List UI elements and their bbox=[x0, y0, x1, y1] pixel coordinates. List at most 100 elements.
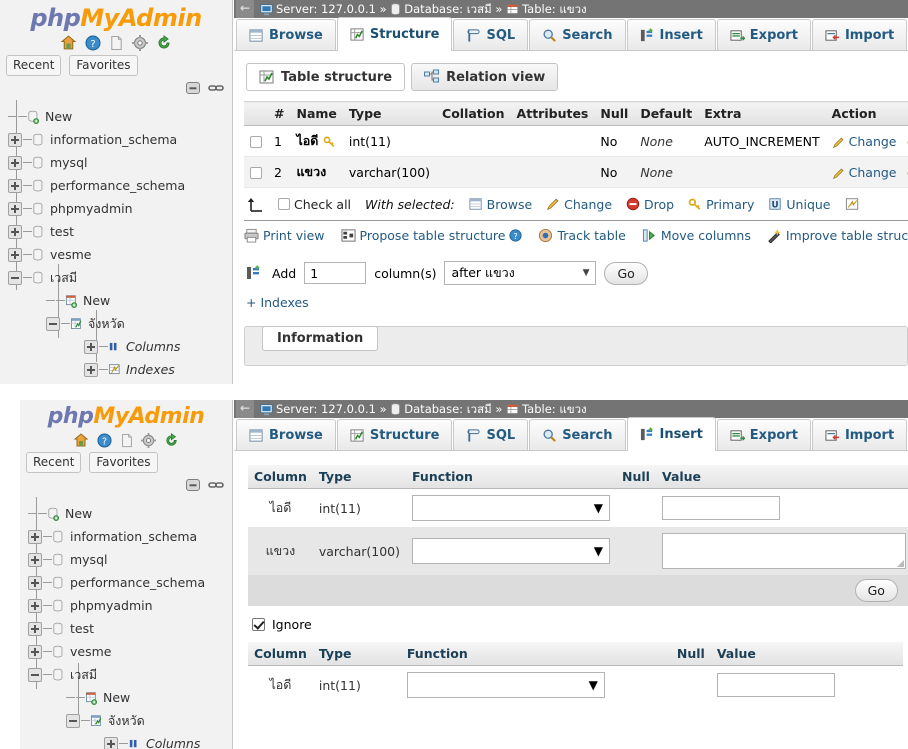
tree-item-9-bottom[interactable]: จังหวัด bbox=[20, 708, 232, 731]
tree-toggle-plus-icon[interactable] bbox=[84, 362, 98, 377]
tab-insert-bottom[interactable]: Insert bbox=[626, 417, 716, 451]
tree-item-7-bottom[interactable]: เวสมี bbox=[20, 662, 232, 685]
breadcrumb-table-value[interactable]: แขวง bbox=[559, 0, 586, 18]
docs-icon[interactable] bbox=[120, 433, 134, 448]
information-tab[interactable]: Information bbox=[262, 326, 379, 351]
breadcrumb-table-value-bottom[interactable]: แขวง bbox=[559, 400, 586, 418]
with-selected-change[interactable]: Change bbox=[546, 197, 612, 212]
tree-toggle-plus-icon[interactable] bbox=[8, 224, 22, 239]
breadcrumb-server-value-bottom[interactable]: 127.0.0.1 bbox=[321, 400, 376, 418]
tree-toggle-plus-icon[interactable] bbox=[8, 155, 22, 170]
tree-item-1-top[interactable]: information_schema bbox=[0, 127, 232, 150]
with-selected-unique[interactable]: U Unique bbox=[768, 197, 831, 212]
add-column-count-input[interactable] bbox=[304, 262, 367, 284]
relation-view-subtab[interactable]: Relation view bbox=[411, 63, 559, 91]
tree-item-10-bottom[interactable]: Columns bbox=[20, 731, 232, 749]
tree-item-1-bottom[interactable]: information_schema bbox=[20, 524, 232, 547]
tree-toggle-plus-icon[interactable] bbox=[104, 736, 118, 749]
tab-browse-bottom[interactable]: Browse bbox=[236, 419, 336, 450]
phpmyadmin-logo-bottom[interactable]: phpMyAdmin bbox=[20, 400, 232, 428]
structure-action-change[interactable]: Change bbox=[832, 165, 897, 180]
insert2-row-1-value-input[interactable] bbox=[716, 673, 835, 697]
tree-item-5-top[interactable]: test bbox=[0, 219, 232, 242]
tree-toggle-plus-icon[interactable] bbox=[28, 598, 42, 613]
tab-structure-top[interactable]: Structure bbox=[336, 17, 453, 51]
move-columns-link[interactable]: Move columns bbox=[642, 228, 751, 243]
structure-action-change[interactable]: Change bbox=[832, 134, 897, 149]
tree-item-6-bottom[interactable]: vesme bbox=[20, 639, 232, 662]
help-icon[interactable]: ? bbox=[85, 35, 101, 51]
phpmyadmin-logo[interactable]: phpMyAdmin bbox=[0, 0, 232, 30]
collapse-all-icon[interactable] bbox=[185, 478, 205, 492]
insert-row-2-value-textarea[interactable] bbox=[661, 533, 906, 569]
tree-item-0-bottom[interactable]: New bbox=[20, 501, 232, 524]
tree-item-3-top[interactable]: performance_schema bbox=[0, 173, 232, 196]
tree-item-0-top[interactable]: New bbox=[0, 104, 232, 127]
insert-go-button[interactable]: Go bbox=[854, 579, 898, 602]
tree-toggle-plus-icon[interactable] bbox=[8, 247, 22, 262]
collapse-all-icon[interactable] bbox=[185, 81, 205, 95]
tab-browse-top[interactable]: Browse bbox=[236, 19, 336, 50]
track-table-link[interactable]: Track table bbox=[538, 228, 626, 243]
tree-item-8-top[interactable]: New bbox=[0, 288, 232, 311]
check-all-control[interactable]: Check all bbox=[278, 197, 351, 212]
tab-import-top[interactable]: Import bbox=[811, 19, 908, 50]
tree-item-10-top[interactable]: Columns bbox=[0, 334, 232, 357]
improve-table-structure-link[interactable]: Improve table struct bbox=[767, 228, 908, 243]
tab-structure-bottom[interactable]: Structure bbox=[336, 419, 453, 450]
home-icon[interactable] bbox=[60, 34, 77, 51]
home-icon[interactable] bbox=[73, 432, 89, 448]
docs-icon[interactable] bbox=[109, 35, 124, 51]
tree-toggle-minus-icon[interactable] bbox=[66, 713, 80, 728]
with-selected-primary[interactable]: Primary bbox=[688, 197, 754, 212]
tab-sql-top[interactable]: SQL bbox=[453, 19, 529, 50]
tree-toggle-plus-icon[interactable] bbox=[28, 552, 42, 567]
insert-row-1-value-input[interactable] bbox=[661, 496, 780, 520]
propose-table-structure-link[interactable]: Propose table structure ? bbox=[340, 228, 523, 243]
recent-tab-bottom[interactable]: Recent bbox=[26, 452, 82, 473]
insert2-row-1-function-select[interactable]: ▼ bbox=[406, 672, 605, 698]
row-checkbox[interactable] bbox=[250, 167, 262, 179]
tree-toggle-plus-icon[interactable] bbox=[84, 339, 98, 354]
add-column-go-button[interactable]: Go bbox=[604, 261, 648, 285]
tree-item-2-top[interactable]: mysql bbox=[0, 150, 232, 173]
breadcrumb-server-value[interactable]: 127.0.0.1 bbox=[321, 0, 376, 18]
settings-icon[interactable] bbox=[131, 34, 148, 51]
tree-toggle-minus-icon[interactable] bbox=[8, 270, 22, 285]
tree-item-2-bottom[interactable]: mysql bbox=[20, 547, 232, 570]
tree-toggle-minus-icon[interactable] bbox=[46, 316, 60, 331]
link-with-main-panel-icon[interactable] bbox=[208, 81, 224, 95]
tab-import-bottom[interactable]: Import bbox=[811, 419, 908, 450]
back-button[interactable]: ← bbox=[236, 0, 254, 18]
tab-search-top[interactable]: Search bbox=[529, 19, 626, 50]
ignore-checkbox[interactable] bbox=[252, 618, 265, 631]
tree-item-4-bottom[interactable]: phpmyadmin bbox=[20, 593, 232, 616]
add-column-position-select[interactable]: after แขวง ▼ bbox=[444, 261, 597, 285]
link-with-main-panel-icon[interactable] bbox=[208, 478, 224, 492]
tree-toggle-plus-icon[interactable] bbox=[28, 621, 42, 636]
table-structure-subtab[interactable]: Table structure bbox=[246, 63, 406, 91]
indexes-toggle-link[interactable]: + Indexes bbox=[244, 291, 908, 316]
reload-icon[interactable] bbox=[164, 432, 179, 448]
tree-item-7-top[interactable]: เวสมี bbox=[0, 265, 232, 288]
tree-toggle-minus-icon[interactable] bbox=[28, 667, 42, 682]
recent-tab[interactable]: Recent bbox=[6, 55, 62, 76]
with-selected-drop[interactable]: Drop bbox=[626, 197, 674, 212]
tab-sql-bottom[interactable]: SQL bbox=[453, 419, 529, 450]
tree-toggle-plus-icon[interactable] bbox=[8, 201, 22, 216]
reload-icon[interactable] bbox=[156, 34, 172, 51]
print-view-link[interactable]: Print view bbox=[244, 228, 325, 243]
breadcrumb-database-value[interactable]: เวสมี bbox=[467, 0, 492, 18]
tree-toggle-plus-icon[interactable] bbox=[8, 178, 22, 193]
tree-item-8-bottom[interactable]: New bbox=[20, 685, 232, 708]
tab-insert-top[interactable]: Insert bbox=[626, 19, 716, 50]
with-selected-more-icon[interactable] bbox=[845, 197, 860, 211]
tree-toggle-plus-icon[interactable] bbox=[8, 132, 22, 147]
help-icon[interactable]: ? bbox=[97, 432, 112, 448]
structure-action-label[interactable]: Change bbox=[849, 134, 897, 149]
insert-row-1-function-select[interactable]: ▼ bbox=[412, 495, 611, 521]
settings-icon[interactable] bbox=[141, 432, 157, 448]
back-button-bottom[interactable]: ← bbox=[236, 400, 254, 418]
favorites-tab-bottom[interactable]: Favorites bbox=[89, 452, 158, 473]
with-selected-browse[interactable]: Browse bbox=[469, 197, 532, 212]
